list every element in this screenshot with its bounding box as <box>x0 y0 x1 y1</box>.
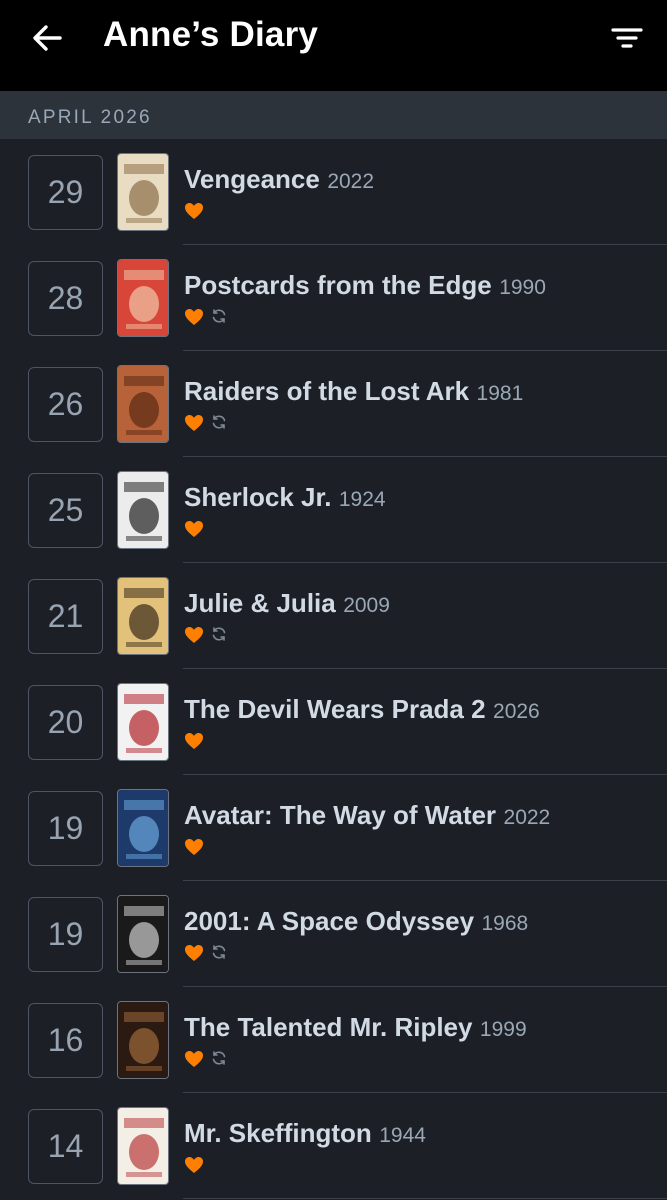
rewatch-icon <box>211 308 227 324</box>
day-box[interactable]: 19 <box>28 897 103 972</box>
diary-entry[interactable]: 25 Sherlock Jr. 1924 <box>0 457 667 563</box>
diary-entry[interactable]: 16 The Talented Mr. Ripley 1999 <box>0 987 667 1093</box>
diary-entry[interactable]: 20 The Devil Wears Prada 2 2026 <box>0 669 667 775</box>
raiders-poster[interactable] <box>117 365 169 443</box>
film-title[interactable]: Raiders of the Lost Ark <box>184 376 469 406</box>
film-title[interactable]: Vengeance <box>184 164 320 194</box>
devil-wears-prada-2-poster[interactable] <box>117 683 169 761</box>
filter-button[interactable] <box>607 22 647 54</box>
film-title-line[interactable]: Raiders of the Lost Ark 1981 <box>184 376 523 407</box>
film-title-line[interactable]: 2001: A Space Odyssey 1968 <box>184 906 528 937</box>
film-title[interactable]: The Talented Mr. Ripley <box>184 1012 472 1042</box>
heart-icon <box>184 520 204 538</box>
film-title-line[interactable]: Avatar: The Way of Water 2022 <box>184 800 550 831</box>
film-year: 1944 <box>379 1124 426 1147</box>
ripley-poster[interactable] <box>117 1001 169 1079</box>
row-divider <box>183 1198 667 1199</box>
heart-icon <box>184 1050 204 1068</box>
film-title[interactable]: Postcards from the Edge <box>184 270 492 300</box>
rewatch-icon <box>211 414 227 430</box>
film-year: 1924 <box>338 488 386 511</box>
diary-entry[interactable]: 14 Mr. Skeffington 1944 <box>0 1093 667 1199</box>
film-title[interactable]: Sherlock Jr. <box>184 482 331 512</box>
film-title[interactable]: Avatar: The Way of Water <box>184 800 496 830</box>
app-header: Anne’s Diary <box>0 0 667 91</box>
sherlock-jr-poster[interactable] <box>117 471 169 549</box>
film-year: 2022 <box>503 806 551 829</box>
film-title[interactable]: The Devil Wears Prada 2 <box>184 694 486 724</box>
page-title: Anne’s Diary <box>103 15 319 54</box>
day-box[interactable]: 14 <box>28 1109 103 1184</box>
day-box[interactable]: 16 <box>28 1003 103 1078</box>
rewatch-icon <box>211 626 227 642</box>
julie-julia-poster[interactable] <box>117 577 169 655</box>
day-box[interactable]: 19 <box>28 791 103 866</box>
heart-icon <box>184 944 204 962</box>
diary-entry[interactable]: 21 Julie & Julia 2009 <box>0 563 667 669</box>
film-year: 2026 <box>493 700 540 723</box>
film-title[interactable]: Julie & Julia <box>184 588 336 618</box>
diary-entry[interactable]: 19 Avatar: The Way of Water 2022 <box>0 775 667 881</box>
day-box[interactable]: 29 <box>28 155 103 230</box>
film-year: 2022 <box>327 170 375 193</box>
back-button[interactable] <box>28 20 68 56</box>
day-box[interactable]: 20 <box>28 685 103 760</box>
film-year: 2009 <box>343 594 390 617</box>
postcards-poster[interactable] <box>117 259 169 337</box>
heart-icon <box>184 838 204 856</box>
month-label: APRIL 2026 <box>28 107 152 128</box>
film-year: 1999 <box>479 1018 527 1041</box>
day-box[interactable]: 26 <box>28 367 103 442</box>
film-title-line[interactable]: The Talented Mr. Ripley 1999 <box>184 1012 527 1043</box>
film-title[interactable]: 2001: A Space Odyssey <box>184 906 474 936</box>
diary-entry[interactable]: 19 2001: A Space Odyssey 1968 <box>0 881 667 987</box>
skeffington-poster[interactable] <box>117 1107 169 1185</box>
diary-entry[interactable]: 26 Raiders of the Lost Ark 1981 <box>0 351 667 457</box>
avatar-poster[interactable] <box>117 789 169 867</box>
arrow-left-icon <box>33 25 62 51</box>
day-box[interactable]: 21 <box>28 579 103 654</box>
heart-icon <box>184 732 204 750</box>
vengeance-poster[interactable] <box>117 153 169 231</box>
film-title-line[interactable]: Sherlock Jr. 1924 <box>184 482 386 513</box>
film-title-line[interactable]: Vengeance 2022 <box>184 164 374 195</box>
film-title-line[interactable]: Julie & Julia 2009 <box>184 588 390 619</box>
rewatch-icon <box>211 1050 227 1066</box>
film-title[interactable]: Mr. Skeffington <box>184 1118 372 1148</box>
day-box[interactable]: 25 <box>28 473 103 548</box>
filter-icon <box>611 28 643 48</box>
heart-icon <box>184 1156 204 1174</box>
heart-icon <box>184 414 204 432</box>
diary-entry[interactable]: 28 Postcards from the Edge 1990 <box>0 245 667 351</box>
film-title-line[interactable]: Mr. Skeffington 1944 <box>184 1118 426 1149</box>
film-year: 1968 <box>481 912 529 935</box>
rewatch-icon <box>211 944 227 960</box>
space-odyssey-poster[interactable] <box>117 895 169 973</box>
film-year: 1990 <box>499 276 546 299</box>
heart-icon <box>184 308 204 326</box>
film-title-line[interactable]: Postcards from the Edge 1990 <box>184 270 546 301</box>
heart-icon <box>184 202 204 220</box>
film-title-line[interactable]: The Devil Wears Prada 2 2026 <box>184 694 540 725</box>
diary-entry[interactable]: 29 Vengeance 2022 <box>0 139 667 245</box>
day-box[interactable]: 28 <box>28 261 103 336</box>
film-year: 1981 <box>476 382 524 405</box>
heart-icon <box>184 626 204 644</box>
